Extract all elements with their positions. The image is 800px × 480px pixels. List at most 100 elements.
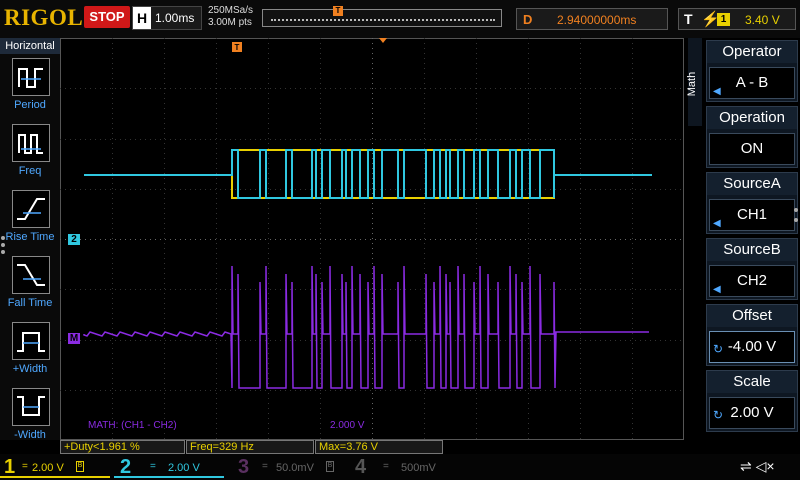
offset-value: -4.00 V <box>727 338 777 355</box>
left-menu-title: Horizontal <box>0 38 60 54</box>
measurement-max[interactable]: Max=3.76 V <box>315 440 443 454</box>
math-ground-marker[interactable]: M <box>68 333 80 344</box>
trigger-level: 3.40 V <box>745 13 780 27</box>
operation-header: Operation <box>707 107 797 129</box>
dc-coupling-icon: = <box>22 461 28 472</box>
scale-softkey[interactable]: Scale ↻ 2.00 V <box>706 370 798 432</box>
offset-value-box: ↻ -4.00 V <box>709 331 795 363</box>
measure-rise-time[interactable]: Rise Time <box>0 188 60 250</box>
menu-page-indicator <box>0 233 6 263</box>
delay-key: D <box>523 12 533 27</box>
channel-1-underline <box>0 476 110 478</box>
menu-page-dot <box>794 208 798 212</box>
channel-status-bar: 1 = 2.00 V B 2 = 2.00 V 3 = 50.0mV B 4 =… <box>0 454 800 480</box>
math-label: MATH: (CH1 - CH2) <box>88 420 177 431</box>
dc-coupling-icon: = <box>150 461 156 472</box>
math-tab-label: Math <box>686 71 699 97</box>
bandwidth-limit-icon: B <box>76 461 84 472</box>
channel-4-scale: 500mV <box>401 462 436 474</box>
waveform-display[interactable]: T 2 M MATH: (CH1 - CH2) 2.000 V <box>60 38 684 440</box>
math-menu-tab[interactable]: Math <box>686 38 702 126</box>
scale-header: Scale <box>707 371 797 393</box>
acquisition-info: 250MSa/s 3.00M pts <box>208 5 253 29</box>
rise-time-icon <box>12 190 50 228</box>
operator-header: Operator <box>707 41 797 63</box>
source-a-softkey[interactable]: SourceA ◀ CH1 <box>706 172 798 234</box>
horizontal-measure-menu: Horizontal Period Freq Rise Time Fall Ti… <box>0 38 60 441</box>
measure-negative-width[interactable]: -Width <box>0 386 60 448</box>
positive-width-label: +Width <box>12 363 48 375</box>
measure-fall-time[interactable]: Fall Time <box>0 254 60 316</box>
channel-3-number: 3 <box>238 456 250 478</box>
frequency-icon <box>12 124 50 162</box>
rigol-logo: RIGOL <box>4 5 84 30</box>
source-b-value: CH2 <box>736 272 767 289</box>
period-icon <box>12 58 50 96</box>
source-a-value: CH1 <box>736 206 767 223</box>
dc-coupling-icon: = <box>383 461 389 472</box>
memory-overview-waveform <box>271 19 495 21</box>
fall-time-label: Fall Time <box>7 297 53 309</box>
select-arrow-icon: ◀ <box>713 86 721 97</box>
trigger-source: 1 <box>717 13 730 26</box>
trigger-position-label: T <box>235 43 240 52</box>
run-stop-button[interactable]: STOP <box>84 6 130 28</box>
source-b-softkey[interactable]: SourceB ◀ CH2 <box>706 238 798 300</box>
operation-softkey[interactable]: Operation ON <box>706 106 798 168</box>
top-status-bar: RIGOL STOP H 1.00ms 250MSa/s 3.00M pts T… <box>0 0 800 38</box>
horizontal-timebase[interactable]: H 1.00ms <box>132 6 202 30</box>
math-menu: Math Operator ◀ A - B Operation ON Sourc… <box>684 38 800 440</box>
offset-header: Offset <box>707 305 797 327</box>
horizontal-key: H <box>133 7 151 29</box>
source-a-header: SourceA <box>707 173 797 195</box>
timebase-value: 1.00ms <box>155 11 195 25</box>
operator-value-box: ◀ A - B <box>709 67 795 99</box>
knob-icon: ↻ <box>713 408 724 422</box>
source-a-value-box: ◀ CH1 <box>709 199 795 231</box>
ch2-ground-marker[interactable]: 2 <box>68 234 80 245</box>
trigger-key: T <box>684 11 693 27</box>
operation-value: ON <box>740 140 764 157</box>
delay-value: 2.94000000ms <box>557 13 637 27</box>
channel-2-underline <box>114 476 224 478</box>
operator-value: A - B <box>735 74 769 91</box>
operation-value-box: ON <box>709 133 795 165</box>
negative-width-label: -Width <box>14 429 46 441</box>
negative-width-icon <box>12 388 50 426</box>
scale-value: 2.00 V <box>730 404 774 421</box>
measurement-duty[interactable]: +Duty<1.961 % <box>60 440 185 454</box>
memory-overview: T <box>262 6 502 27</box>
source-b-header: SourceB <box>707 239 797 261</box>
period-label: Period <box>14 99 46 111</box>
channel-3-status[interactable]: 3 = 50.0mV B <box>238 456 343 480</box>
operator-softkey[interactable]: Operator ◀ A - B <box>706 40 798 102</box>
select-arrow-icon: ◀ <box>713 284 721 295</box>
scale-value-box: ↻ 2.00 V <box>709 397 795 429</box>
delay-display[interactable]: D 2.94000000ms <box>516 8 668 30</box>
dc-coupling-icon: = <box>262 461 268 472</box>
frequency-label: Freq <box>18 165 42 177</box>
measure-frequency[interactable]: Freq <box>0 122 60 184</box>
trigger-display[interactable]: T ⚡ 1 3.40 V <box>678 8 796 30</box>
channel-2-scale: 2.00 V <box>168 462 200 474</box>
rise-time-label: Rise Time <box>5 231 55 243</box>
measure-positive-width[interactable]: +Width <box>0 320 60 382</box>
usb-icon: ⇌ ◁× <box>740 458 775 474</box>
channel-4-status[interactable]: 4 = 500mV <box>355 456 455 480</box>
waveform-grid: T <box>60 38 684 440</box>
measurement-frequency[interactable]: Freq=329 Hz <box>186 440 314 454</box>
ch2-trace <box>84 149 652 199</box>
source-b-value-box: ◀ CH2 <box>709 265 795 297</box>
measure-period[interactable]: Period <box>0 56 60 118</box>
memory-depth: 3.00M pts <box>208 17 252 28</box>
fall-time-icon <box>12 256 50 294</box>
measurement-bar: +Duty<1.961 % Freq=329 Hz Max=3.76 V <box>60 440 684 454</box>
sample-rate: 250MSa/s <box>208 5 254 16</box>
knob-icon: ↻ <box>713 342 724 356</box>
menu-page-dot <box>794 218 798 222</box>
math-scale: 2.000 V <box>330 420 365 431</box>
channel-3-scale: 50.0mV <box>276 462 314 474</box>
positive-width-icon <box>12 322 50 360</box>
offset-softkey[interactable]: Offset ↻ -4.00 V <box>706 304 798 366</box>
center-marker <box>379 38 387 43</box>
